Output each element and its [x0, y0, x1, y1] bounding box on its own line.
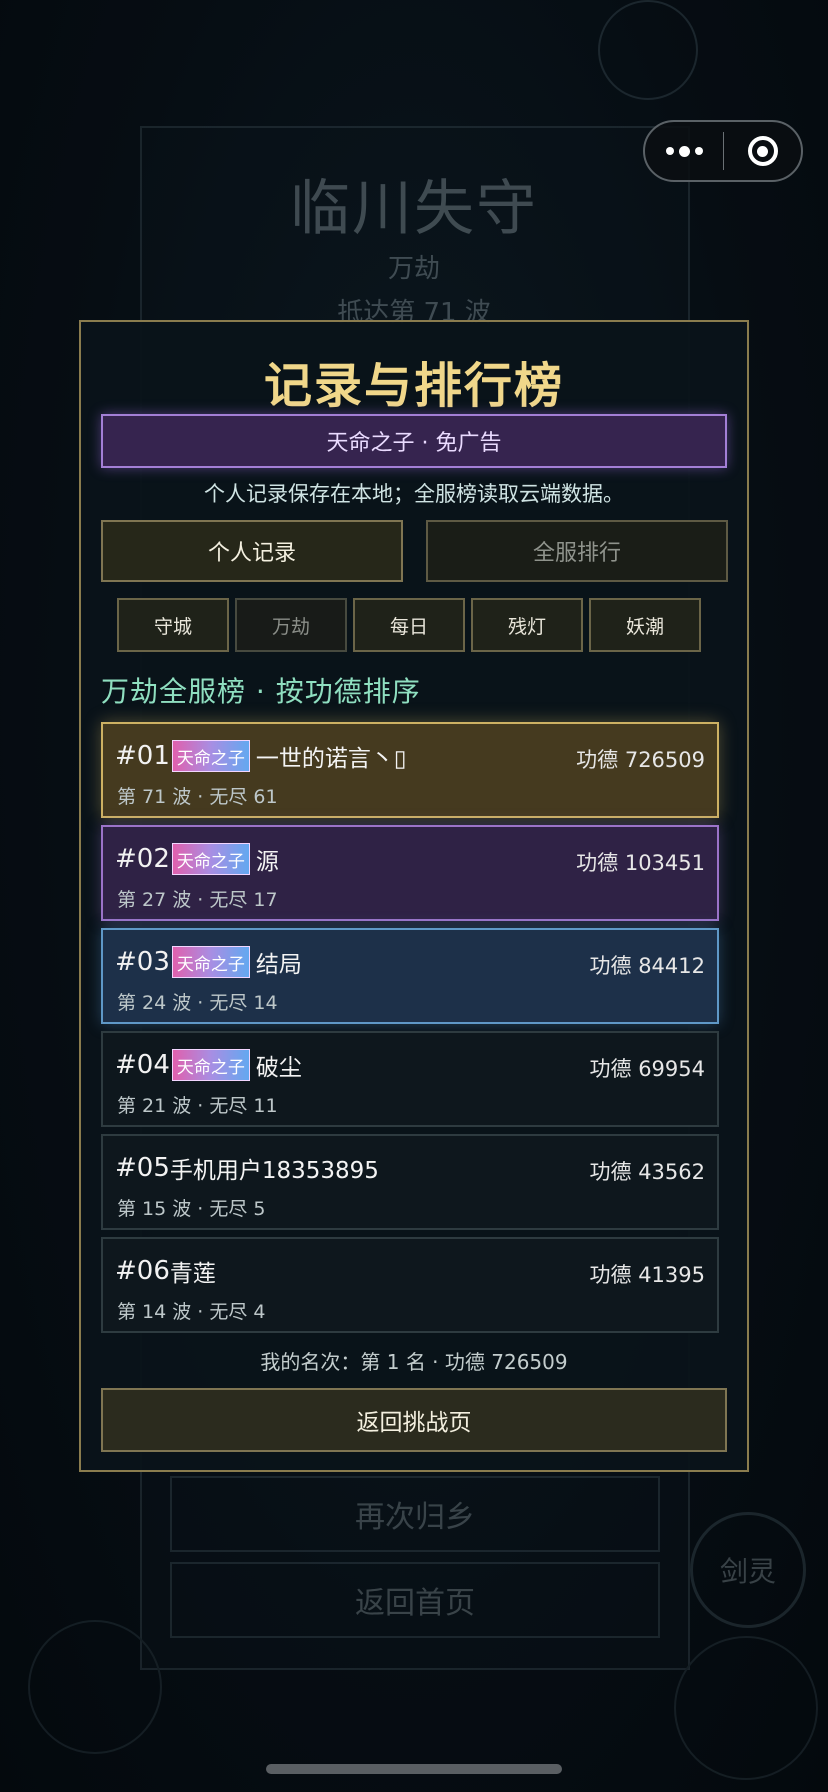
background-retry-button: 再次归乡: [170, 1476, 660, 1552]
mode-tab-daily[interactable]: 每日: [353, 598, 465, 652]
mode-tab-demon-tide[interactable]: 妖潮: [589, 598, 701, 652]
ranking-row-3: #03 天命之子 结局 功德 84412 第 24 波 · 无尽 14: [101, 928, 719, 1024]
background-joystick: [28, 1620, 162, 1754]
leaderboard-modal: 记录与排行榜 天命之子 · 免广告 个人记录保存在本地；全服榜读取云端数据。 个…: [79, 320, 749, 1472]
rank-number: #02: [115, 844, 170, 874]
wave-detail: 第 15 波 · 无尽 5: [117, 1198, 266, 1220]
background-home-button: 返回首页: [170, 1562, 660, 1638]
rank-number: #01: [115, 741, 170, 771]
merit-score: 功德 84412: [589, 954, 705, 978]
ranking-row-6: #06 青莲 功德 41395 第 14 波 · 无尽 4: [101, 1237, 719, 1333]
leaderboard-section-title: 万劫全服榜 · 按功德排序: [101, 675, 421, 708]
storage-hint: 个人记录保存在本地；全服榜读取云端数据。: [204, 482, 624, 506]
merit-score: 功德 69954: [589, 1057, 705, 1081]
mode-tab-candle[interactable]: 残灯: [471, 598, 583, 652]
merit-score: 功德 43562: [589, 1160, 705, 1184]
background-emblem: [598, 0, 698, 100]
wave-detail: 第 14 波 · 无尽 4: [117, 1301, 266, 1323]
background-mode-label: 万劫: [387, 254, 440, 284]
player-name: 青莲: [169, 1261, 216, 1287]
wave-detail: 第 21 波 · 无尽 11: [117, 1095, 278, 1117]
wave-detail: 第 71 波 · 无尽 61: [117, 786, 278, 808]
vip-badge: 天命之子: [171, 1049, 250, 1081]
background-result-title: 临川失守: [290, 174, 538, 244]
ranking-row-2: #02 天命之子 源 功德 103451 第 27 波 · 无尽 17: [101, 825, 719, 921]
player-name: 源: [255, 849, 279, 875]
target-close-icon[interactable]: [724, 122, 801, 180]
vip-badge: 天命之子: [171, 843, 250, 875]
background-skill-ring: [674, 1636, 818, 1780]
tab-personal-records[interactable]: 个人记录: [101, 520, 403, 582]
mode-tab-wanjie[interactable]: 万劫: [235, 598, 347, 652]
merit-score: 功德 41395: [589, 1263, 705, 1287]
tab-global-ranking[interactable]: 全服排行: [426, 520, 728, 582]
rank-number: #04: [115, 1050, 170, 1080]
return-to-challenge-button[interactable]: 返回挑战页: [101, 1388, 727, 1452]
more-dots-icon[interactable]: [645, 122, 723, 180]
rank-number: #03: [115, 947, 170, 977]
player-name: 破尘: [255, 1055, 302, 1081]
player-name: 一世的诺言丶▯: [255, 746, 407, 772]
vip-badge: 天命之子: [171, 946, 250, 978]
merit-score: 功德 726509: [576, 748, 705, 772]
game-screen: 临川失守 万劫 抵达第 71 波 再次归乡 返回首页 剑灵 记录与排行榜 天命之…: [0, 0, 828, 1792]
rank-number: #06: [115, 1256, 170, 1286]
merit-score: 功德 103451: [576, 851, 705, 875]
modal-title: 记录与排行榜: [263, 358, 564, 414]
rank-number: #05: [115, 1153, 170, 1183]
mode-tab-defense[interactable]: 守城: [117, 598, 229, 652]
vip-badge: 天命之子: [171, 740, 250, 772]
my-rank-summary: 我的名次：第 1 名 · 功德 726509: [260, 1350, 568, 1374]
vip-no-ads-banner[interactable]: 天命之子 · 免广告: [101, 414, 727, 468]
ranking-row-1: #01 天命之子 一世的诺言丶▯ 功德 726509 第 71 波 · 无尽 6…: [101, 722, 719, 818]
player-name: 结局: [255, 952, 302, 978]
home-indicator[interactable]: [266, 1764, 562, 1774]
ranking-row-5: #05 手机用户18353895 功德 43562 第 15 波 · 无尽 5: [101, 1134, 719, 1230]
wave-detail: 第 27 波 · 无尽 17: [117, 889, 278, 911]
player-name: 手机用户18353895: [169, 1158, 379, 1184]
ranking-row-4: #04 天命之子 破尘 功德 69954 第 21 波 · 无尽 11: [101, 1031, 719, 1127]
wave-detail: 第 24 波 · 无尽 14: [117, 992, 278, 1014]
background-sword-spirit-button: 剑灵: [690, 1512, 806, 1628]
miniprogram-capsule: [643, 120, 803, 182]
